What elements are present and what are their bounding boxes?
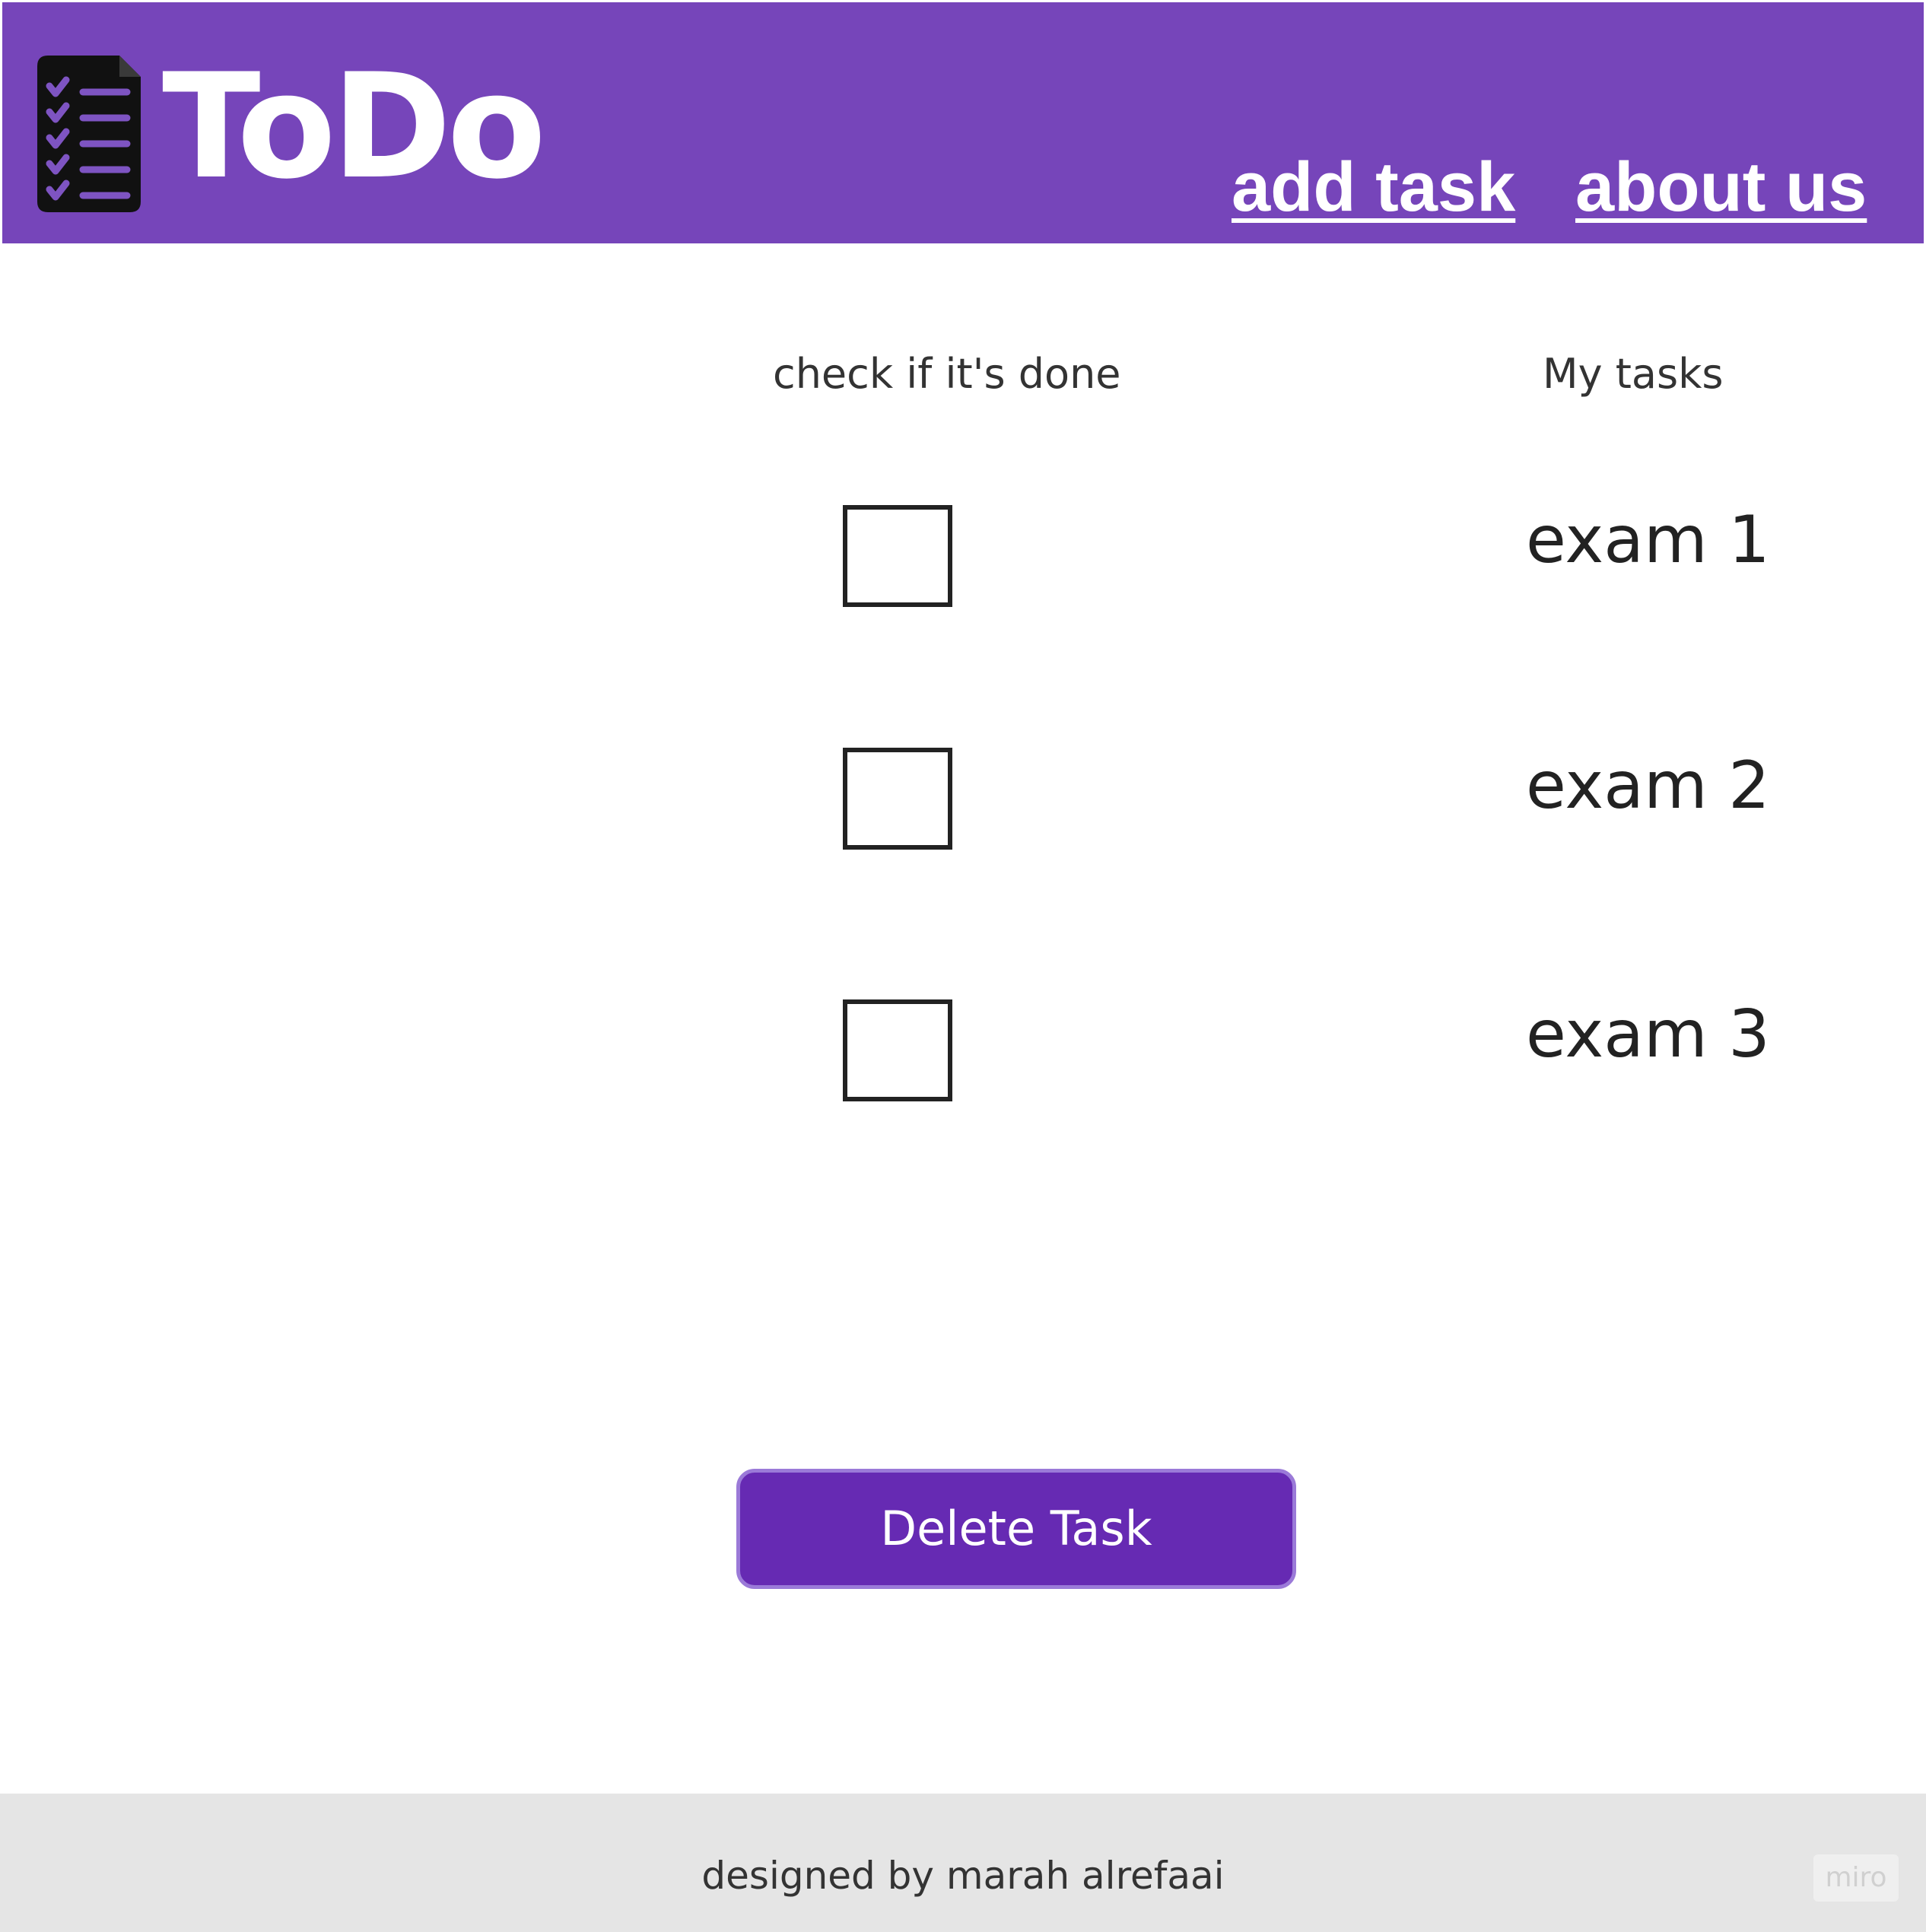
delete-task-button[interactable]: Delete Task bbox=[736, 1469, 1296, 1589]
footer-credit: designed by marah alrefaai bbox=[701, 1854, 1225, 1898]
task-checkbox-2[interactable] bbox=[843, 748, 952, 850]
task-checkbox-3[interactable] bbox=[843, 999, 952, 1101]
column-header-check: check if it's done bbox=[773, 350, 1121, 398]
logo-wordmark: ToDo bbox=[162, 43, 546, 211]
task-label-3: exam 3 bbox=[1526, 996, 1770, 1072]
task-label-1: exam 1 bbox=[1526, 502, 1770, 578]
footer: designed by marah alrefaai miro bbox=[0, 1794, 1926, 1932]
miro-watermark: miro bbox=[1813, 1854, 1899, 1902]
checklist-document-icon bbox=[37, 56, 141, 212]
header-bar: ToDo add task about us bbox=[2, 2, 1924, 243]
task-checkbox-1[interactable] bbox=[843, 505, 952, 607]
task-label-2: exam 2 bbox=[1526, 748, 1770, 824]
nav-about-us-link[interactable]: about us bbox=[1575, 145, 1867, 229]
column-header-tasks: My tasks bbox=[1543, 350, 1724, 398]
nav-add-task-link[interactable]: add task bbox=[1232, 145, 1515, 229]
